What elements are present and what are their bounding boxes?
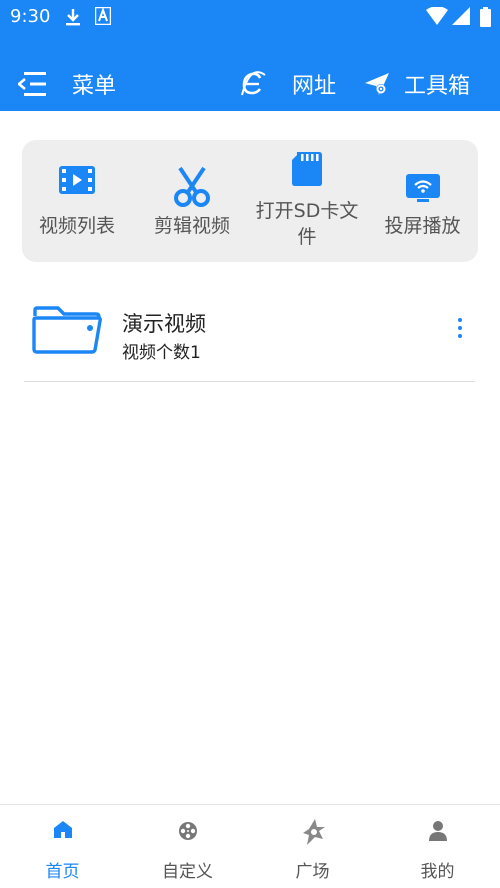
tab-home-label: 首页 <box>45 862 80 882</box>
tab-plaza[interactable]: 广场 <box>250 805 375 888</box>
cast-screen-label: 投屏播放 <box>384 215 461 237</box>
quick-actions-card: 视频列表 剪辑视频 打开SD卡文件 投屏播放 <box>22 140 478 262</box>
app-bar: 菜单 网址 工具箱 <box>0 56 500 111</box>
video-list-icon <box>59 166 95 198</box>
tools-button[interactable]: 工具箱 <box>364 66 470 102</box>
film-reel-icon <box>178 821 198 845</box>
open-sd-card-label: 打开SD卡文件 <box>255 200 359 248</box>
open-sd-card-button[interactable]: 打开SD卡文件 <box>252 140 362 262</box>
more-options-icon[interactable] <box>454 318 466 342</box>
user-icon <box>428 821 447 845</box>
edit-video-label: 剪辑视频 <box>153 215 230 237</box>
menu-button[interactable]: 菜单 <box>16 66 117 102</box>
signal-icon <box>452 7 470 29</box>
url-button[interactable]: 网址 <box>240 66 336 102</box>
tab-plaza-label: 广场 <box>295 862 330 882</box>
top-bar: 9:30 菜单 网址 工具箱 <box>0 0 500 111</box>
url-label: 网址 <box>292 74 337 99</box>
battery-icon <box>480 7 491 31</box>
bottom-nav: 首页 自定义 广场 我的 <box>0 804 500 888</box>
status-bar: 9:30 <box>0 0 500 36</box>
folder-subtitle: 视频个数1 <box>122 343 201 363</box>
menu-label: 菜单 <box>72 74 117 99</box>
cast-screen-icon <box>405 174 440 206</box>
font-a-icon <box>94 6 112 29</box>
video-list-button[interactable]: 视频列表 <box>22 140 132 262</box>
scissors-icon <box>172 166 212 212</box>
browser-e-icon <box>240 70 266 98</box>
paper-plane-gear-icon <box>364 71 390 97</box>
folder-icon <box>32 306 102 358</box>
menu-icon <box>16 71 48 97</box>
sd-card-icon <box>292 152 322 190</box>
plaza-icon <box>301 819 325 849</box>
folder-title: 演示视频 <box>122 312 206 336</box>
tab-custom[interactable]: 自定义 <box>125 805 250 888</box>
list-item[interactable]: 演示视频 视频个数1 <box>24 300 475 382</box>
wifi-icon <box>426 6 448 29</box>
video-list-label: 视频列表 <box>38 215 115 237</box>
download-icon <box>64 7 82 31</box>
edit-video-button[interactable]: 剪辑视频 <box>137 140 247 262</box>
tools-label: 工具箱 <box>404 74 471 99</box>
tab-mine-label: 我的 <box>420 862 455 882</box>
status-time: 9:30 <box>10 6 51 27</box>
cast-screen-button[interactable]: 投屏播放 <box>367 140 478 262</box>
tab-mine[interactable]: 我的 <box>375 805 500 888</box>
tab-custom-label: 自定义 <box>162 862 213 882</box>
tab-home[interactable]: 首页 <box>0 805 125 888</box>
home-icon <box>53 821 72 842</box>
